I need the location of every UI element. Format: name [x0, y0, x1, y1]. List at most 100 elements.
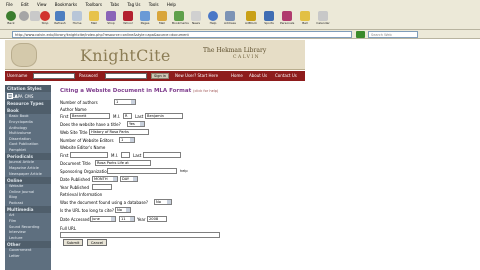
author-last-input[interactable]: Benjamin [145, 113, 183, 119]
search-input[interactable]: Search Web [368, 31, 418, 38]
has-title-select[interactable]: Yes [127, 121, 145, 127]
style-apa[interactable]: APA [15, 94, 23, 99]
login-bar: Username Password Sign in New User? Star… [5, 71, 305, 81]
help-link[interactable]: (click for help) [193, 89, 218, 93]
toolbar-button-news[interactable]: News [189, 11, 203, 26]
signin-button[interactable]: Sign in [151, 73, 169, 79]
style-switcher: MLA APA CMS [5, 92, 51, 100]
resource-types-heading: Resource Types [5, 100, 51, 107]
bookmark-icon [174, 11, 184, 21]
date-acc-day-select[interactable]: 11 [119, 216, 135, 222]
toolbar-button-bell[interactable]: Bell [298, 11, 312, 26]
toolbar-button-mail2[interactable]: Mail [155, 11, 169, 26]
num-editors-label: Number of Website Editors [60, 138, 114, 143]
sports-icon [264, 11, 274, 21]
sidebar-link[interactable]: Letter [5, 254, 51, 260]
toolbar-button-bookmarks[interactable]: Bookmarks [172, 11, 189, 26]
web-title-label: Web Site Title [60, 130, 88, 135]
refresh-button[interactable]: Stop [38, 11, 52, 26]
num-authors-label: Number of authors [60, 100, 98, 105]
home-icon [55, 11, 65, 21]
menu-tools[interactable]: Tools [149, 2, 159, 7]
year-label: Year [137, 217, 146, 222]
citation-form: Citing a Website Document in MLA Format … [57, 88, 305, 270]
site-banner: KnightCite The Hekman Library CALVIN [5, 40, 305, 70]
num-authors-select[interactable]: 1 [114, 99, 136, 105]
sponsor-input[interactable] [107, 168, 177, 174]
submit-button[interactable]: Submit [63, 239, 83, 246]
sponsor-help[interactable]: help [180, 169, 188, 173]
menu-help[interactable]: Help [167, 2, 176, 7]
date-published-label: Date Published [60, 177, 91, 182]
sponsor-label: Sponsoring Organization [60, 169, 110, 174]
form-title: Citing a Website Document in MLA Format … [60, 88, 219, 94]
date-acc-month-select[interactable]: June [90, 216, 116, 222]
editor-first-input[interactable] [70, 152, 108, 158]
envelope-icon [157, 11, 167, 21]
username-label: Username [7, 73, 28, 78]
web-title-input[interactable]: History of Rosa Parks [89, 129, 149, 135]
date-pub-day-select[interactable]: DAY [120, 176, 138, 182]
date-accessed-label: Date Accessed [60, 217, 90, 222]
toolbar-button-calendar[interactable]: Calendar [316, 11, 330, 26]
other-heading: Other [5, 240, 51, 248]
shop-icon [106, 11, 116, 21]
cancel-button[interactable]: Cancel [87, 239, 107, 246]
doc-title-input[interactable]: Rosa Parks Life at [95, 160, 151, 166]
home-link[interactable]: Home [231, 73, 243, 78]
database-select[interactable]: No [154, 199, 172, 205]
bell-icon [300, 11, 310, 21]
year-accessed-input[interactable]: 2008 [147, 216, 167, 222]
first-label: First [60, 114, 69, 119]
browser-menu-bar: File Edit View Bookmarks Toolbars Tabs T… [0, 0, 480, 9]
contact-link[interactable]: Contact Us [275, 73, 297, 78]
citation-styles-heading: Citation Styles [5, 85, 51, 92]
editor-last-input[interactable] [143, 152, 181, 158]
author-mi-input[interactable]: R [123, 113, 132, 119]
url-too-long-select[interactable]: No [115, 207, 131, 213]
back-button[interactable]: Back [4, 11, 18, 26]
num-editors-select[interactable]: 1 [119, 137, 135, 143]
editor-mi-input[interactable] [121, 152, 130, 158]
menu-tabs[interactable]: Tabs [110, 2, 119, 7]
blank-page-area [310, 40, 480, 270]
knight-logo-icon [11, 43, 37, 67]
ed-first-label: First [60, 153, 69, 158]
menu-toolbars[interactable]: Toolbars [85, 2, 102, 7]
full-url-input[interactable] [60, 232, 220, 238]
style-cms[interactable]: CMS [25, 94, 34, 99]
toolbar-button-shop[interactable]: Shop [104, 11, 118, 26]
go-icon[interactable] [356, 31, 365, 38]
author-first-input[interactable]: Bennett [70, 113, 110, 119]
toolbar-button-adblock[interactable]: AdBlock [244, 11, 258, 26]
doc-title-label: Document Title [60, 161, 91, 166]
username-input[interactable] [33, 73, 75, 79]
menu-tagus[interactable]: Tag Us [127, 2, 140, 7]
toolbar-button-sports[interactable]: Sports [262, 11, 276, 26]
site-logo[interactable]: KnightCite [80, 46, 171, 65]
book-heading: Book [5, 107, 51, 114]
toolbar-button-help[interactable]: Help [206, 11, 220, 26]
url-field[interactable]: http://www.calvin.edu/library/knightcite… [12, 31, 352, 38]
style-mla[interactable]: MLA [7, 93, 18, 99]
new-user-link[interactable]: New User? Start Here [175, 73, 218, 78]
personals-icon [282, 11, 292, 21]
home-button[interactable]: Refresh [53, 11, 67, 26]
about-link[interactable]: About Us [249, 73, 267, 78]
toolbar-button-personals[interactable]: Personals [280, 11, 294, 26]
menu-edit[interactable]: Edit [21, 2, 29, 7]
toolbar-button-pages[interactable]: Pages [138, 11, 152, 26]
menu-view[interactable]: View [37, 2, 47, 7]
toolbar-button-address[interactable]: Address [223, 11, 237, 26]
menu-bookmarks[interactable]: Bookmarks [55, 2, 77, 7]
toolbar-button-home2[interactable]: Home [70, 11, 84, 26]
date-pub-month-select[interactable]: MONTH [92, 176, 118, 182]
multimedia-heading: Multimedia [5, 206, 51, 214]
menu-file[interactable]: File [6, 2, 13, 7]
back-arrow-icon [6, 11, 16, 21]
adblock-icon [246, 11, 256, 21]
toolbar-button-mail[interactable]: Mail [87, 11, 101, 26]
toolbar-button-yahoo[interactable]: Yahoo! [121, 11, 135, 26]
year-published-input[interactable] [92, 184, 112, 190]
password-input[interactable] [105, 73, 147, 79]
